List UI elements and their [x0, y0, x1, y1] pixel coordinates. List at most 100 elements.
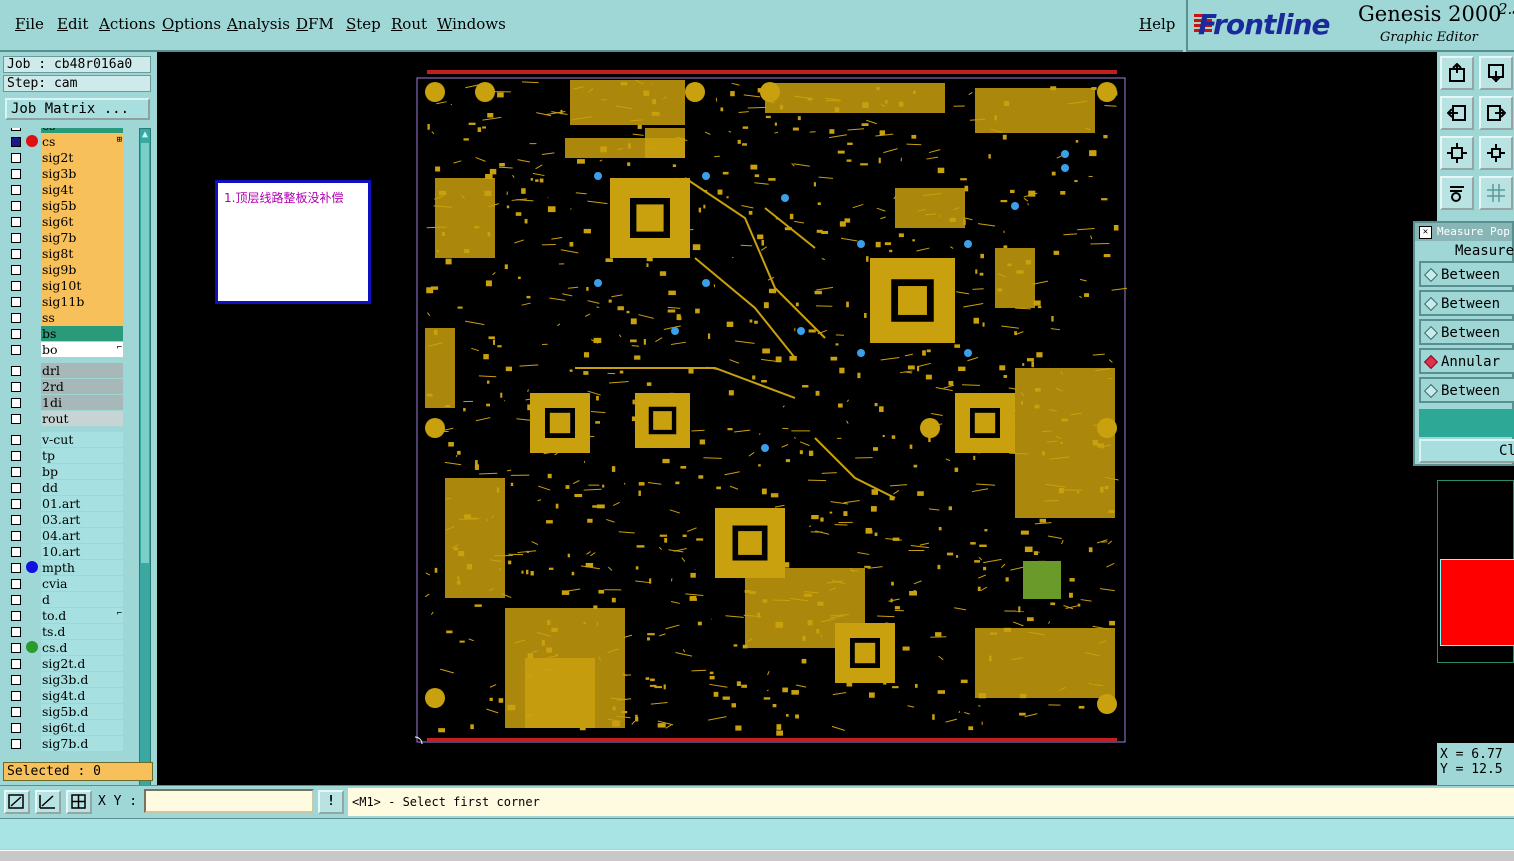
layer-name[interactable]: 1di: [41, 395, 123, 410]
layer-name[interactable]: 2rd: [41, 379, 123, 394]
layer-checkbox[interactable]: [11, 723, 21, 733]
layer-name[interactable]: cs.d: [41, 640, 123, 655]
layer-name[interactable]: 03.art: [41, 512, 123, 527]
layer-name[interactable]: sig7b.d: [41, 736, 123, 751]
measure-option-between-4[interactable]: Between: [1419, 377, 1514, 403]
layer-name[interactable]: 01.art: [41, 496, 123, 511]
menu-edit[interactable]: Edit: [57, 15, 88, 33]
layer-row-rout[interactable]: rout: [5, 411, 125, 426]
layer-checkbox[interactable]: [11, 579, 21, 589]
snap-icon[interactable]: [35, 790, 61, 814]
layer-row-2rd[interactable]: 2rd: [5, 379, 125, 394]
layer-name[interactable]: rout: [41, 411, 123, 426]
layer-checkbox[interactable]: [11, 137, 21, 147]
layer-row-cs[interactable]: cs⊞: [5, 134, 125, 149]
layer-checkbox[interactable]: [11, 547, 21, 557]
layer-row-bp[interactable]: bp: [5, 464, 125, 479]
layer-row-sig2t[interactable]: sig2t: [5, 150, 125, 165]
layer-row-sig7b-d[interactable]: sig7b.d: [5, 736, 125, 751]
layer-name[interactable]: bs: [41, 326, 123, 341]
layer-row-sig6t-d[interactable]: sig6t.d: [5, 720, 125, 735]
layer-checkbox[interactable]: [11, 265, 21, 275]
layer-name[interactable]: sig10t: [41, 278, 123, 293]
layer-row-sig11b[interactable]: sig11b: [5, 294, 125, 309]
layer-row-sig3b[interactable]: sig3b: [5, 166, 125, 181]
layer-checkbox[interactable]: [11, 467, 21, 477]
layer-checkbox[interactable]: [11, 233, 21, 243]
layer-checkbox[interactable]: [11, 531, 21, 541]
layer-row-v-cut[interactable]: v-cut: [5, 432, 125, 447]
layer-row-bs[interactable]: bs: [5, 326, 125, 341]
layer-checkbox[interactable]: [11, 382, 21, 392]
layer-name[interactable]: sig11b: [41, 294, 123, 309]
layer-checkbox[interactable]: [11, 643, 21, 653]
layer-name[interactable]: sig2t.d: [41, 656, 123, 671]
layer-name[interactable]: cs: [41, 134, 123, 149]
layer-name[interactable]: 10.art: [41, 544, 123, 559]
layer-name[interactable]: cvia: [41, 576, 123, 591]
layer-checkbox[interactable]: [11, 169, 21, 179]
layer-name[interactable]: ts.d: [41, 624, 123, 639]
layer-checkbox[interactable]: [11, 217, 21, 227]
layer-checkbox[interactable]: [11, 345, 21, 355]
layer-name[interactable]: sig5b: [41, 198, 123, 213]
layer-name[interactable]: sig9b: [41, 262, 123, 277]
close-icon[interactable]: ✕: [1419, 226, 1432, 239]
layer-row-1di[interactable]: 1di: [5, 395, 125, 410]
grid-snap-icon[interactable]: [66, 790, 92, 814]
menu-windows[interactable]: Windows: [437, 15, 506, 33]
measure-option-between-1[interactable]: Between: [1419, 261, 1514, 287]
layer-name[interactable]: sig5b.d: [41, 704, 123, 719]
measure-option-between-2[interactable]: Between: [1419, 290, 1514, 316]
layer-checkbox[interactable]: [11, 281, 21, 291]
menu-rout[interactable]: Rout: [391, 15, 427, 33]
layer-checkbox[interactable]: [11, 329, 21, 339]
layer-name[interactable]: v-cut: [41, 432, 123, 447]
layer-row-ss[interactable]: ss: [5, 310, 125, 325]
alert-button[interactable]: !: [318, 790, 344, 814]
layer-checkbox[interactable]: [11, 201, 21, 211]
layer-checkbox[interactable]: [11, 451, 21, 461]
layer-checkbox[interactable]: [11, 675, 21, 685]
overview-frame[interactable]: [1437, 480, 1514, 663]
zoom-left-icon[interactable]: [1440, 96, 1474, 130]
job-matrix-button[interactable]: Job Matrix ...: [5, 98, 150, 120]
menu-step[interactable]: Step: [346, 15, 381, 33]
layer-row-sig3b-d[interactable]: sig3b.d: [5, 672, 125, 687]
pcb-layout[interactable]: [415, 68, 1127, 744]
layer-checkbox[interactable]: [11, 627, 21, 637]
layer-row-tp[interactable]: tp: [5, 448, 125, 463]
layer-name[interactable]: bp: [41, 464, 123, 479]
layer-name[interactable]: d: [41, 592, 123, 607]
menu-file[interactable]: File: [15, 15, 44, 33]
layer-checkbox[interactable]: [11, 595, 21, 605]
layer-row-sig6t[interactable]: sig6t: [5, 214, 125, 229]
menu-dfm[interactable]: DFM: [296, 15, 334, 33]
layer-checkbox[interactable]: [11, 499, 21, 509]
zoom-right-icon[interactable]: [1479, 96, 1513, 130]
measure-option-annular[interactable]: Annular: [1419, 348, 1514, 374]
layer-name[interactable]: cs: [41, 128, 123, 133]
layer-checkbox[interactable]: [11, 739, 21, 749]
layer-name[interactable]: drl: [41, 363, 123, 378]
layer-row-drl[interactable]: drl: [5, 363, 125, 378]
layer-checkbox[interactable]: [11, 659, 21, 669]
layer-checkbox[interactable]: [11, 185, 21, 195]
layer-list-scrollbar[interactable]: ▲ ▼: [139, 128, 151, 808]
layer-checkbox[interactable]: [11, 707, 21, 717]
layer-row-to-d[interactable]: to.d⌐: [5, 608, 125, 623]
layer-name[interactable]: 04.art: [41, 528, 123, 543]
layer-row-d[interactable]: d: [5, 592, 125, 607]
layer-row-sig2t-d[interactable]: sig2t.d: [5, 656, 125, 671]
layer-row-sig5b-d[interactable]: sig5b.d: [5, 704, 125, 719]
layer-row-sig8t[interactable]: sig8t: [5, 246, 125, 261]
layer-checkbox[interactable]: [11, 366, 21, 376]
layer-row-sig4t[interactable]: sig4t: [5, 182, 125, 197]
layer-name[interactable]: sig3b: [41, 166, 123, 181]
layer-row-sig10t[interactable]: sig10t: [5, 278, 125, 293]
layer-checkbox[interactable]: [11, 435, 21, 445]
layer-name[interactable]: sig4t.d: [41, 688, 123, 703]
layer-row-cvia[interactable]: cvia: [5, 576, 125, 591]
layer-row-sig9b[interactable]: sig9b: [5, 262, 125, 277]
layer-checkbox[interactable]: [11, 515, 21, 525]
